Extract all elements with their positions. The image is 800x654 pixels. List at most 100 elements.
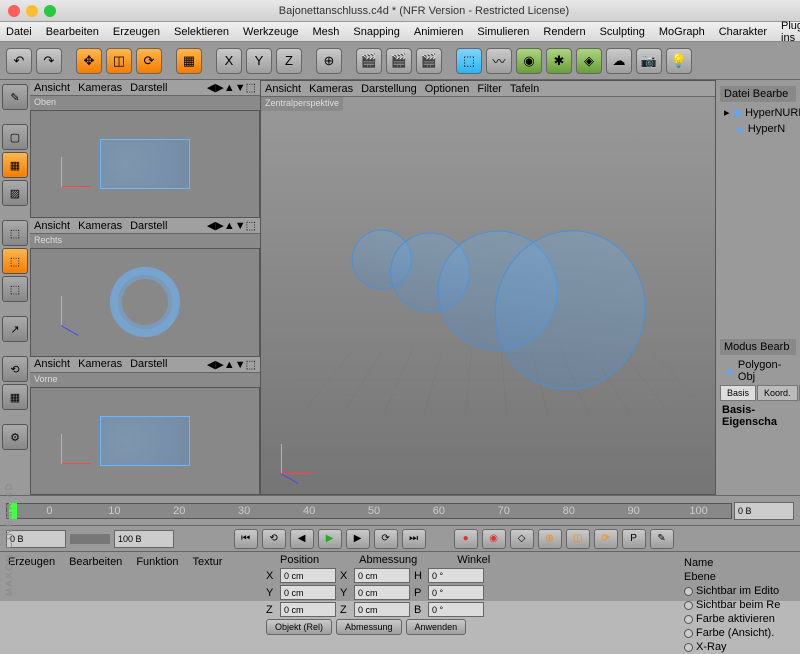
menu-mograph[interactable]: MoGraph xyxy=(659,26,705,38)
generator-button[interactable]: ✱ xyxy=(546,48,572,74)
last-tool-button[interactable]: ▦ xyxy=(176,48,202,74)
coord-mode-select[interactable]: Objekt (Rel) xyxy=(266,619,332,635)
xray-radio[interactable] xyxy=(684,643,693,652)
deformer-button[interactable]: ◈ xyxy=(576,48,602,74)
render-button[interactable]: 🎬 xyxy=(356,48,382,74)
view-label-front: Vorne xyxy=(30,373,260,387)
spline-button[interactable]: 〰 xyxy=(486,48,512,74)
point-mode-button[interactable]: ⬚ xyxy=(2,220,28,246)
minimize-icon[interactable] xyxy=(26,5,38,17)
key-pos-button[interactable]: ⊕ xyxy=(538,529,562,549)
menu-simulieren[interactable]: Simulieren xyxy=(477,26,529,38)
color-enable-radio[interactable] xyxy=(684,615,693,624)
window-title: Bajonettanschluss.c4d * (NFR Version - R… xyxy=(56,5,792,17)
menu-selektieren[interactable]: Selektieren xyxy=(174,26,229,38)
next-key-button[interactable]: ⟳ xyxy=(374,529,398,549)
rot-h-input[interactable] xyxy=(428,568,484,583)
render-region-button[interactable]: 🎬 xyxy=(386,48,412,74)
render-settings-button[interactable]: 🎬 xyxy=(416,48,442,74)
rot-p-input[interactable] xyxy=(428,585,484,600)
axis-y-button[interactable]: Y xyxy=(246,48,272,74)
time-start-input[interactable] xyxy=(6,530,66,548)
main-toolbar: ↶ ↷ ✥ ◫ ⟳ ▦ X Y Z ⊕ 🎬 🎬 🎬 ⬚ 〰 ◉ ✱ ◈ ☁ 📷 … xyxy=(0,42,800,80)
pos-x-input[interactable] xyxy=(280,568,336,583)
menu-mesh[interactable]: Mesh xyxy=(312,26,339,38)
tab-ansicht[interactable]: Ansicht xyxy=(34,82,70,94)
zoom-icon[interactable] xyxy=(44,5,56,17)
object-item[interactable]: ▸ ◉ HyperNURBS xyxy=(720,104,796,121)
prev-frame-button[interactable]: ◀ xyxy=(290,529,314,549)
viewport-perspective[interactable]: Ansicht Kameras Darstellung Optionen Fil… xyxy=(260,80,716,495)
next-frame-button[interactable]: ▶ xyxy=(346,529,370,549)
color-view-radio[interactable] xyxy=(684,629,693,638)
menu-bearbeiten[interactable]: Bearbeiten xyxy=(46,26,99,38)
camera-button[interactable]: 📷 xyxy=(636,48,662,74)
size-y-input[interactable] xyxy=(354,585,410,600)
light-button[interactable]: 💡 xyxy=(666,48,692,74)
menu-rendern[interactable]: Rendern xyxy=(543,26,585,38)
viewport-top[interactable] xyxy=(30,110,260,218)
rot-b-input[interactable] xyxy=(428,602,484,617)
tab-kameras[interactable]: Kameras xyxy=(78,82,122,94)
tab-koord[interactable]: Koord. xyxy=(757,385,798,401)
coord-button[interactable]: ⊕ xyxy=(316,48,342,74)
object-item[interactable]: ▲ HyperN xyxy=(720,121,796,137)
time-end-input[interactable] xyxy=(114,530,174,548)
editable-icon[interactable]: ✎ xyxy=(2,84,28,110)
menu-datei[interactable]: Datei xyxy=(6,26,32,38)
menu-plugins[interactable]: Plug-ins xyxy=(781,20,800,44)
range-slider[interactable] xyxy=(70,534,110,544)
key-pla-button[interactable]: ✎ xyxy=(650,529,674,549)
environment-button[interactable]: ☁ xyxy=(606,48,632,74)
viewport-front[interactable] xyxy=(30,387,260,495)
misc-button[interactable]: ⚙ xyxy=(2,424,28,450)
menu-snapping[interactable]: Snapping xyxy=(353,26,400,38)
workplane-button[interactable]: ▨ xyxy=(2,180,28,206)
undo-button[interactable]: ↶ xyxy=(6,48,32,74)
rotate-button[interactable]: ⟳ xyxy=(136,48,162,74)
texture-mode-button[interactable]: ▦ xyxy=(2,152,28,178)
goto-end-button[interactable]: ⏭ xyxy=(402,529,426,549)
axis-x-button[interactable]: X xyxy=(216,48,242,74)
time-current-input[interactable] xyxy=(734,502,794,520)
key-scale-button[interactable]: ◫ xyxy=(566,529,590,549)
size-z-input[interactable] xyxy=(354,602,410,617)
menu-animieren[interactable]: Animieren xyxy=(414,26,464,38)
key-rot-button[interactable]: ⟳ xyxy=(594,529,618,549)
time-ruler[interactable]: 0102030405060708090100 xyxy=(6,503,732,519)
goto-start-button[interactable]: ⏮ xyxy=(234,529,258,549)
axis-z-button[interactable]: Z xyxy=(276,48,302,74)
tab-basis[interactable]: Basis xyxy=(720,385,756,401)
close-icon[interactable] xyxy=(8,5,20,17)
menu-werkzeuge[interactable]: Werkzeuge xyxy=(243,26,298,38)
cube-primitive-button[interactable]: ⬚ xyxy=(456,48,482,74)
record-button[interactable]: ● xyxy=(454,529,478,549)
apply-button[interactable]: Anwenden xyxy=(406,619,467,635)
size-x-input[interactable] xyxy=(354,568,410,583)
play-button[interactable]: ▶ xyxy=(318,529,342,549)
pos-y-input[interactable] xyxy=(280,585,336,600)
tab-darstellung[interactable]: Darstell xyxy=(130,82,167,94)
keyframe-button[interactable]: ◇ xyxy=(510,529,534,549)
model-mode-button[interactable]: ▢ xyxy=(2,124,28,150)
size-mode-select[interactable]: Abmessung xyxy=(336,619,402,635)
axis-mode-button[interactable]: ↗ xyxy=(2,316,28,342)
pos-z-input[interactable] xyxy=(280,602,336,617)
menu-sculpting[interactable]: Sculpting xyxy=(600,26,645,38)
poly-mode-button[interactable]: ⬚ xyxy=(2,276,28,302)
prev-key-button[interactable]: ⟲ xyxy=(262,529,286,549)
vis-render-radio[interactable] xyxy=(684,601,693,610)
menu-charakter[interactable]: Charakter xyxy=(719,26,767,38)
redo-button[interactable]: ↷ xyxy=(36,48,62,74)
nurbs-button[interactable]: ◉ xyxy=(516,48,542,74)
key-param-button[interactable]: P xyxy=(622,529,646,549)
move-button[interactable]: ✥ xyxy=(76,48,102,74)
vis-editor-radio[interactable] xyxy=(684,587,693,596)
autokey-button[interactable]: ◉ xyxy=(482,529,506,549)
edge-mode-button[interactable]: ⬚ xyxy=(2,248,28,274)
viewport-right[interactable] xyxy=(30,248,260,356)
scale-button[interactable]: ◫ xyxy=(106,48,132,74)
tweak-button[interactable]: ⟲ xyxy=(2,356,28,382)
menu-erzeugen[interactable]: Erzeugen xyxy=(113,26,160,38)
snap-button[interactable]: ▦ xyxy=(2,384,28,410)
